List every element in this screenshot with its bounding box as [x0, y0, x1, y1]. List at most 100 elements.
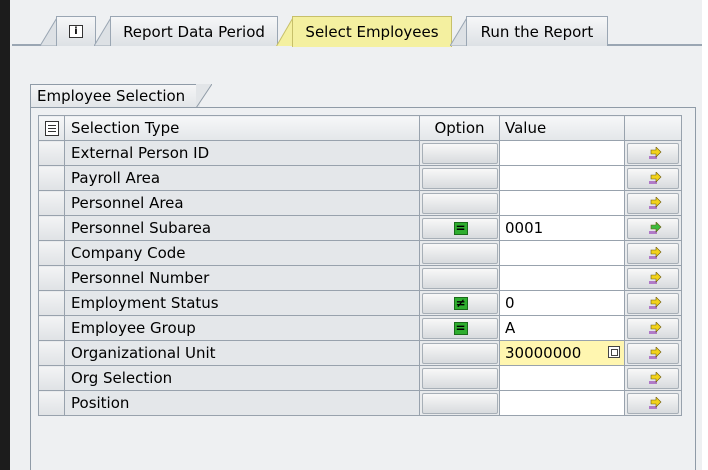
multiple-selection-button[interactable]	[627, 342, 679, 364]
value-input[interactable]: 0	[499, 290, 625, 316]
value-input[interactable]: 0001	[499, 215, 625, 241]
selection-type-label: Employment Status	[64, 290, 420, 316]
selection-type-label: External Person ID	[64, 140, 420, 166]
group-title: Employee Selection	[30, 84, 200, 108]
value-input[interactable]	[499, 190, 625, 216]
multiple-selection-arrow-icon	[649, 171, 662, 184]
multiple-selection-cell	[624, 240, 682, 266]
multiple-selection-button[interactable]	[627, 317, 679, 339]
selection-type-label: Company Code	[64, 240, 420, 266]
multiple-selection-button[interactable]	[627, 392, 679, 414]
multiple-selection-arrow-icon	[649, 146, 662, 159]
option-button[interactable]: =	[421, 217, 498, 239]
multiple-selection-cell	[624, 215, 682, 241]
tab-report-data-period[interactable]: Report Data Period	[110, 16, 278, 46]
multiple-selection-button[interactable]	[627, 217, 679, 239]
row-selector[interactable]	[38, 340, 65, 366]
table-row: Position	[38, 390, 682, 416]
multiple-selection-button[interactable]	[627, 367, 679, 389]
sap-window: i Report Data Period Select Employees Ru…	[0, 0, 708, 470]
selection-type-label: Position	[64, 390, 420, 416]
multiple-selection-cell	[624, 390, 682, 416]
group-title-slant	[196, 84, 212, 108]
value-input[interactable]: A	[499, 315, 625, 341]
row-selector[interactable]	[38, 290, 65, 316]
row-selector[interactable]	[38, 365, 65, 391]
equals-icon: =	[453, 320, 468, 335]
option-cell	[419, 240, 500, 266]
value-text: 0001	[505, 219, 544, 237]
multiple-selection-arrow-icon	[649, 271, 662, 284]
multiple-selection-cell	[624, 365, 682, 391]
table-header-row: Selection Type Option Value	[38, 115, 682, 141]
multiple-selection-cell	[624, 165, 682, 191]
value-input[interactable]	[499, 265, 625, 291]
option-button[interactable]	[421, 367, 498, 389]
option-button[interactable]	[421, 242, 498, 264]
option-button[interactable]	[421, 342, 498, 364]
selection-type-label: Personnel Area	[64, 190, 420, 216]
column-header-multiple	[624, 115, 682, 141]
value-input[interactable]: 30000000	[499, 340, 625, 366]
option-button[interactable]: =	[421, 317, 498, 339]
value-input[interactable]	[499, 140, 625, 166]
equals-icon: =	[453, 220, 468, 235]
option-cell: ≠	[419, 290, 500, 316]
multiple-selection-button[interactable]	[627, 242, 679, 264]
row-selector[interactable]	[38, 165, 65, 191]
tab-info[interactable]: i	[56, 16, 96, 46]
multiple-selection-button[interactable]	[627, 142, 679, 164]
table-row: Personnel Number	[38, 265, 682, 291]
row-selector[interactable]	[38, 190, 65, 216]
option-button[interactable]	[421, 392, 498, 414]
multiple-selection-arrow-icon	[649, 221, 662, 234]
option-button[interactable]	[421, 267, 498, 289]
tab-label: Select Employees	[305, 23, 439, 41]
row-selector[interactable]	[38, 240, 65, 266]
selection-type-label: Organizational Unit	[64, 340, 420, 366]
select-all-icon[interactable]	[44, 120, 59, 136]
value-input[interactable]	[499, 165, 625, 191]
multiple-selection-button[interactable]	[627, 267, 679, 289]
value-input[interactable]	[499, 365, 625, 391]
column-header-option: Option	[419, 115, 500, 141]
multiple-selection-arrow-icon	[649, 346, 662, 359]
selection-table: Selection Type Option Value External Per…	[38, 115, 682, 416]
row-selector[interactable]	[38, 390, 65, 416]
not-equal-icon: ≠	[453, 295, 468, 310]
option-button[interactable]	[421, 142, 498, 164]
selection-type-label: Personnel Subarea	[64, 215, 420, 241]
multiple-selection-button[interactable]	[627, 292, 679, 314]
option-button[interactable]: ≠	[421, 292, 498, 314]
row-selector[interactable]	[38, 215, 65, 241]
value-input[interactable]	[499, 390, 625, 416]
row-selector[interactable]	[38, 140, 65, 166]
option-button[interactable]	[421, 192, 498, 214]
option-cell	[419, 190, 500, 216]
value-help-icon[interactable]	[608, 346, 620, 358]
table-row: External Person ID	[38, 140, 682, 166]
select-all-cell[interactable]	[38, 115, 65, 141]
table-row: Company Code	[38, 240, 682, 266]
option-button[interactable]	[421, 167, 498, 189]
row-selector[interactable]	[38, 315, 65, 341]
multiple-selection-arrow-icon	[649, 371, 662, 384]
value-input[interactable]	[499, 240, 625, 266]
option-cell: =	[419, 315, 500, 341]
multiple-selection-arrow-icon	[649, 396, 662, 409]
tab-run-the-report[interactable]: Run the Report	[466, 16, 608, 46]
option-cell	[419, 340, 500, 366]
table-row: Personnel Subarea = 0001	[38, 215, 682, 241]
multiple-selection-button[interactable]	[627, 192, 679, 214]
table-row: Organizational Unit 30000000	[38, 340, 682, 366]
column-header-selection-type: Selection Type	[64, 115, 420, 141]
tab-select-employees[interactable]: Select Employees	[292, 16, 452, 47]
tab-label: Run the Report	[480, 22, 594, 41]
multiple-selection-button[interactable]	[627, 167, 679, 189]
row-selector[interactable]	[38, 265, 65, 291]
option-cell	[419, 265, 500, 291]
value-text: A	[505, 319, 516, 337]
table-row: Payroll Area	[38, 165, 682, 191]
table-row: Employee Group = A	[38, 315, 682, 341]
multiple-selection-arrow-icon	[649, 246, 662, 259]
